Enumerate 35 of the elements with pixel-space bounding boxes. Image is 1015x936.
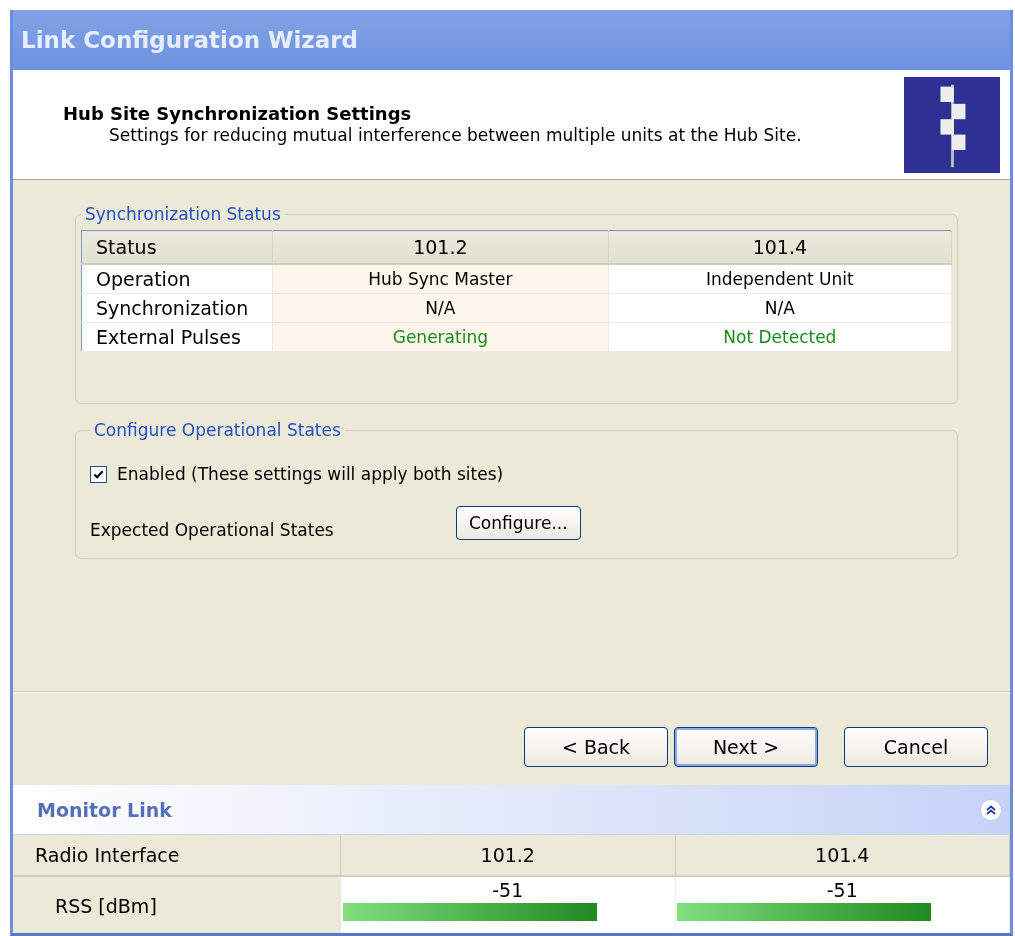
table-cell: Not Detected [608,322,952,352]
table-cell: Independent Unit [608,264,952,294]
table-cell: N/A [608,293,952,323]
check-icon [93,468,104,480]
checkbox-label: Enabled (These settings will apply both sites) [117,464,504,484]
table-cell: N/A [272,293,609,323]
rss-reading: -51 [492,879,524,901]
row-label: RSS [dBm] [13,877,341,933]
wizard-button[interactable]: < Back [524,727,668,767]
table-cell: Hub Sync Master [272,264,609,294]
page-title: Hub Site Synchronization Settings [63,102,413,124]
row-label: External Pulses [81,322,273,352]
window-title: Link Configuration Wizard [21,27,359,53]
group-title: Configure Operational States [93,420,342,440]
column-header: 101.2 [272,230,609,264]
double-chevron-icon [985,803,997,816]
antenna-logo-icon [904,76,1000,173]
field-label: Expected Operational States [90,519,335,540]
row-label: Synchronization [81,293,273,323]
column-header: Radio Interface [13,835,341,875]
configure-button[interactable]: Configure... [456,506,581,540]
rss-reading: -51 [826,879,858,901]
column-header: 101.4 [608,230,952,264]
table-cell: Generating [272,322,609,352]
enabled-checkbox[interactable] [90,465,107,483]
row-label: Operation [81,264,273,294]
page-description: Settings for reducing mutual interference between multiple units at the Hub Site. [108,124,803,147]
column-header: 101.4 [675,835,1010,875]
monitor-title: Monitor Link [37,798,172,821]
column-header: 101.2 [341,835,676,875]
group-title: Synchronization Status [84,204,282,224]
collapse-button[interactable] [980,798,1002,821]
column-header: Status [81,230,273,264]
wizard-button[interactable]: Cancel [844,727,988,767]
wizard-button[interactable]: Next > [674,727,818,767]
